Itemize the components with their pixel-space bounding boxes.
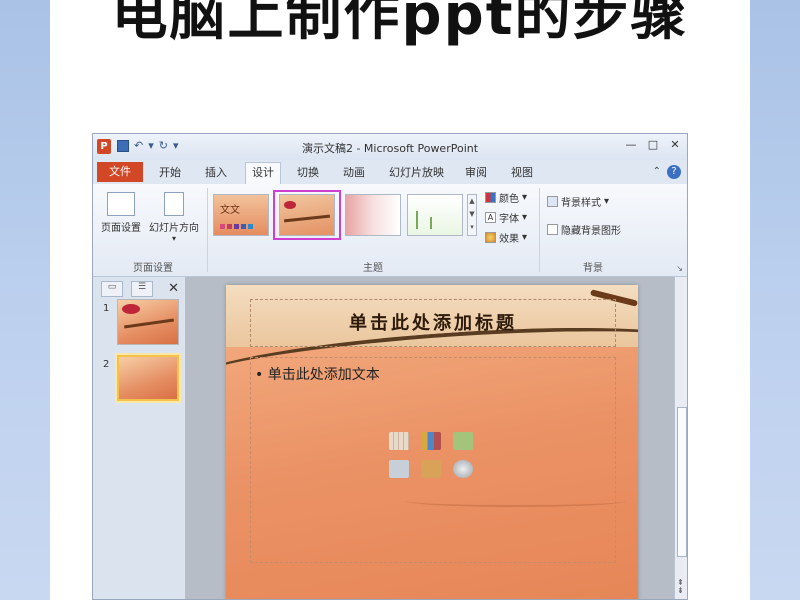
theme-thumbnail-text: 文文	[220, 205, 240, 216]
fonts-icon: A	[485, 212, 496, 223]
window-title: 演示文稿2 - Microsoft PowerPoint	[301, 142, 479, 155]
theme-gallery-scroll[interactable]: ▲ ▼ ▾	[467, 194, 477, 236]
outline-tab-icon[interactable]: ☰	[131, 281, 153, 297]
checkbox-icon	[547, 224, 558, 235]
chevron-down-icon: ▾	[522, 212, 528, 223]
title-bar: P ↶ ▾ ↻ ▾ 演示文稿2 - Microsoft PowerPoint —…	[93, 134, 687, 161]
slides-tab-icon[interactable]: ▭	[101, 281, 123, 297]
slide-orientation-button[interactable]: 幻灯片方向 ▾	[147, 192, 201, 243]
slides-panel: ▭ ☰ ✕ 1 2	[93, 277, 186, 599]
bullet-icon: •	[255, 367, 264, 383]
tab-view[interactable]: 视图	[511, 164, 533, 180]
window-controls: — □ ✕	[625, 138, 681, 151]
slide-number: 2	[103, 359, 110, 370]
theme-thumbnail-green[interactable]	[407, 194, 463, 236]
slide-orientation-button-label: 幻灯片方向	[149, 223, 199, 234]
background-right-band	[750, 0, 800, 600]
tab-design[interactable]: 设计	[245, 162, 281, 184]
theme-fonts-label: 字体	[499, 214, 519, 225]
page-setup-icon	[107, 192, 135, 216]
title-placeholder[interactable]: 单击此处添加标题	[250, 299, 616, 347]
maximize-button[interactable]: □	[647, 138, 659, 151]
slide-editing-area: 单击此处添加标题 • 单击此处添加文本 ⇞ ⇟	[186, 277, 687, 599]
tab-file[interactable]: 文件	[97, 162, 143, 182]
group-divider	[539, 188, 540, 272]
close-button[interactable]: ✕	[669, 138, 681, 151]
tab-insert[interactable]: 插入	[205, 164, 227, 180]
background-styles-button[interactable]: 背景样式 ▾	[547, 194, 609, 209]
help-icon[interactable]: ?	[667, 165, 681, 179]
background-left-band	[0, 0, 50, 600]
theme-colors-button[interactable]: 颜色 ▾	[485, 190, 527, 205]
flower-icon	[122, 304, 140, 314]
insert-chart-icon[interactable]	[421, 432, 441, 450]
ribbon: 页面设置 幻灯片方向 ▾ 页面设置 文文 ▲ ▼ ▾ 颜色 ▾ A 字体 ▾ 效…	[93, 184, 687, 324]
theme-thumbnail-pink[interactable]	[345, 194, 401, 236]
ribbon-tabs: 文件 开始 插入 设计 切换 动画 幻灯片放映 审阅 视图 ⌃ ?	[93, 160, 687, 185]
hide-background-checkbox[interactable]: 隐藏背景图形	[547, 222, 621, 237]
background-styles-label: 背景样式	[561, 198, 601, 209]
theme-effects-button[interactable]: 效果 ▾	[485, 230, 527, 245]
panel-close-icon[interactable]: ✕	[168, 281, 179, 296]
page-setup-button-label: 页面设置	[101, 223, 141, 234]
background-group-label: 背景	[583, 263, 603, 274]
slide-thumbnail[interactable]	[117, 299, 179, 345]
theme-color-dots	[220, 224, 253, 229]
tab-slideshow[interactable]: 幻灯片放映	[389, 164, 444, 180]
chevron-down-icon: ▾	[522, 232, 528, 243]
page-setup-group-label: 页面设置	[133, 263, 173, 274]
chevron-down-icon: ▾	[604, 196, 610, 207]
dialog-launcher-icon[interactable]: ↘	[676, 264, 683, 273]
theme-thumbnail-office[interactable]: 文文	[213, 194, 269, 236]
effects-icon	[485, 232, 496, 243]
group-divider	[207, 188, 208, 272]
slide-orientation-icon	[164, 192, 184, 216]
theme-effects-label: 效果	[499, 234, 519, 245]
brush-stroke-icon	[124, 318, 174, 329]
themes-group-label: 主题	[363, 263, 383, 274]
slide-canvas[interactable]: 单击此处添加标题 • 单击此处添加文本	[226, 285, 638, 599]
tab-animations[interactable]: 动画	[343, 164, 365, 180]
banner-title: 电脑上制作ppt的步骤	[111, 0, 689, 48]
tab-home[interactable]: 开始	[159, 164, 181, 180]
content-placeholder-label: 单击此处添加文本	[267, 367, 380, 383]
insert-smartart-icon[interactable]	[453, 432, 473, 450]
panel-tabs: ▭ ☰ ✕	[97, 281, 181, 299]
scroll-page-icons[interactable]: ⇞ ⇟	[677, 579, 684, 595]
powerpoint-window: P ↶ ▾ ↻ ▾ 演示文稿2 - Microsoft PowerPoint —…	[92, 133, 688, 600]
background-styles-icon	[547, 196, 558, 207]
page-setup-button[interactable]: 页面设置	[99, 192, 143, 234]
minimize-button[interactable]: —	[625, 138, 637, 151]
insert-media-icon[interactable]	[453, 460, 473, 478]
content-placeholder[interactable]: • 单击此处添加文本	[250, 357, 616, 563]
insert-picture-icon[interactable]	[389, 460, 409, 478]
hide-background-label: 隐藏背景图形	[561, 226, 621, 237]
theme-colors-label: 颜色	[499, 194, 519, 205]
plant-icon	[430, 217, 432, 229]
colors-icon	[485, 192, 496, 203]
ribbon-minimize-icon[interactable]: ⌃	[653, 166, 661, 177]
content-placeholder-text: • 单击此处添加文本	[255, 364, 380, 384]
tab-review[interactable]: 审阅	[465, 164, 487, 180]
vertical-scrollbar[interactable]: ⇞ ⇟	[674, 277, 687, 599]
tab-transitions[interactable]: 切换	[297, 164, 319, 180]
slide-thumbnail-selected[interactable]	[115, 353, 181, 403]
scrollbar-thumb[interactable]	[677, 407, 687, 557]
insert-table-icon[interactable]	[389, 432, 409, 450]
slide-number: 1	[103, 303, 110, 314]
theme-fonts-button[interactable]: A 字体 ▾	[485, 210, 527, 225]
theme-selection-highlight	[273, 190, 341, 240]
plant-icon	[416, 211, 418, 229]
chevron-down-icon: ▾	[522, 192, 528, 203]
insert-clipart-icon[interactable]	[421, 460, 441, 478]
brush-stroke-decoration	[406, 495, 626, 507]
chevron-down-icon: ▾	[171, 234, 176, 243]
